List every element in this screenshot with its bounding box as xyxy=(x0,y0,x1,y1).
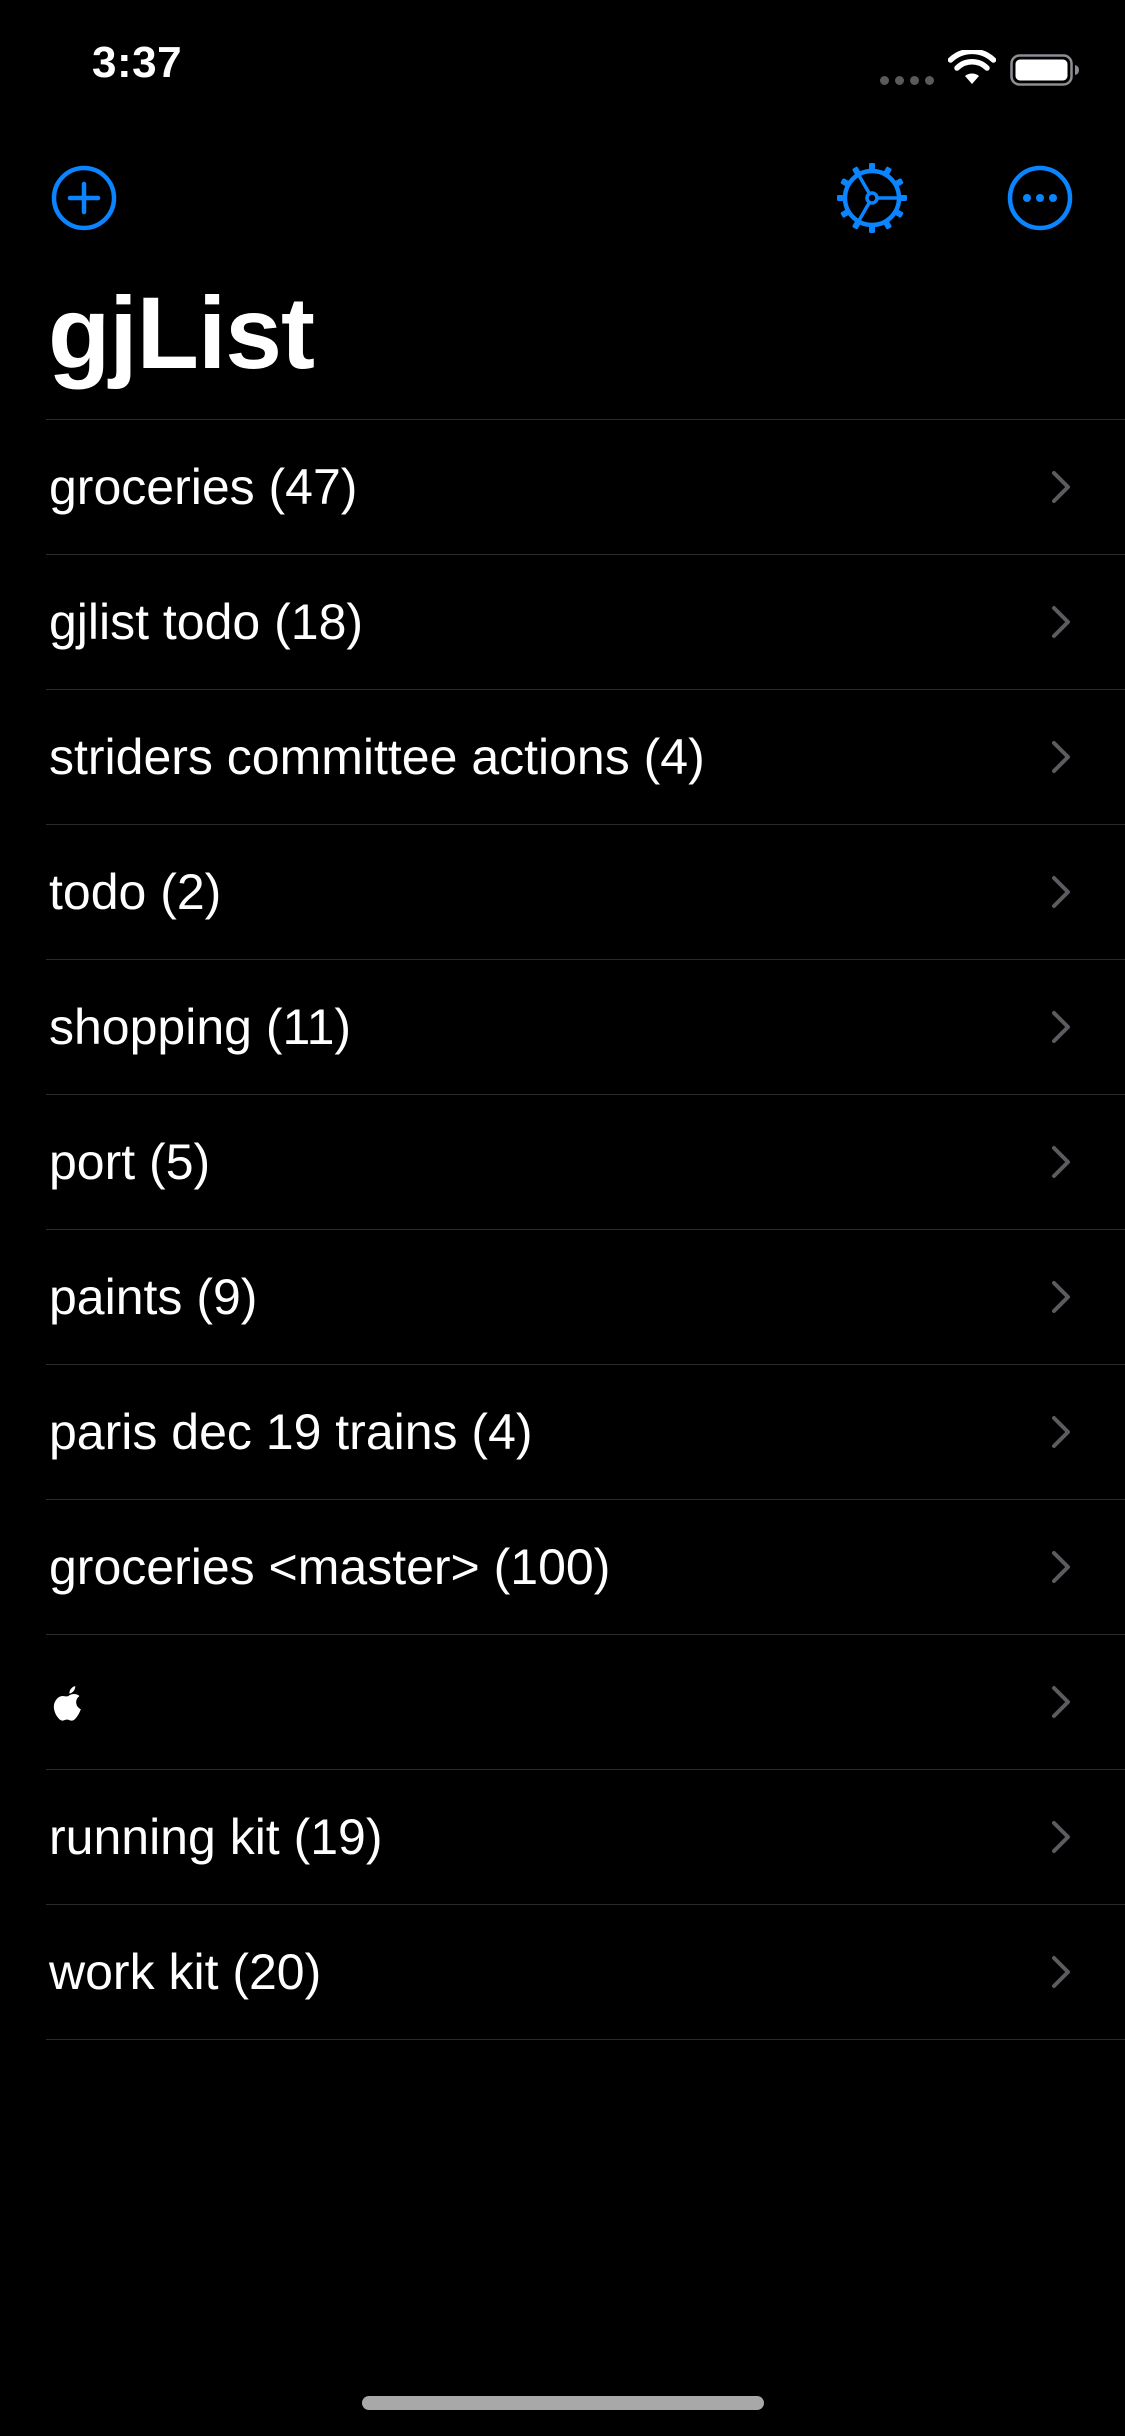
list-item[interactable]: groceries (47) xyxy=(46,419,1125,554)
chevron-right-icon xyxy=(1052,1956,1070,1988)
chevron-right-icon xyxy=(1052,1146,1070,1178)
list-item-label: groceries (47) xyxy=(49,459,358,515)
status-bar: 3:37 xyxy=(0,0,1125,132)
gear-icon xyxy=(837,163,907,233)
add-list-button[interactable] xyxy=(46,160,122,236)
chevron-right-icon xyxy=(1052,1821,1070,1853)
chevron-right-icon xyxy=(1052,741,1070,773)
list-item-label: shopping (11) xyxy=(49,999,352,1055)
list-item[interactable]: todo (2) xyxy=(46,824,1125,959)
cellular-signal-icon xyxy=(880,76,934,85)
list-item-label: gjlist todo (18) xyxy=(49,594,364,650)
list-item-label: paris dec 19 trains (4) xyxy=(49,1404,533,1460)
page-title: gjList xyxy=(48,276,315,390)
wifi-icon xyxy=(948,50,996,84)
list-item[interactable]: gjlist todo (18) xyxy=(46,554,1125,689)
lists-table: groceries (47) gjlist todo (18) striders c… xyxy=(0,419,1125,2040)
chevron-right-icon xyxy=(1052,876,1070,908)
list-item[interactable]: work kit (20) xyxy=(46,1904,1125,2040)
chevron-right-icon xyxy=(1052,1686,1070,1718)
chevron-right-icon xyxy=(1052,606,1070,638)
list-item[interactable] xyxy=(46,1634,1125,1769)
status-time: 3:37 xyxy=(92,38,183,87)
list-item-label: port (5) xyxy=(49,1134,211,1190)
plus-circle-icon xyxy=(51,165,117,231)
list-item-label: work kit (20) xyxy=(49,1944,322,2000)
home-indicator[interactable] xyxy=(362,2396,764,2410)
list-item[interactable]: shopping (11) xyxy=(46,959,1125,1094)
list-item[interactable]: running kit (19) xyxy=(46,1769,1125,1904)
settings-button[interactable] xyxy=(834,160,910,236)
list-item[interactable]: paris dec 19 trains (4) xyxy=(46,1364,1125,1499)
chevron-right-icon xyxy=(1052,1011,1070,1043)
chevron-right-icon xyxy=(1052,471,1070,503)
list-item-label: todo (2) xyxy=(49,864,222,920)
chevron-right-icon xyxy=(1052,1281,1070,1313)
list-item-label: running kit (19) xyxy=(49,1809,383,1865)
list-item[interactable]: striders committee actions (4) xyxy=(46,689,1125,824)
battery-icon xyxy=(1010,54,1079,86)
list-item[interactable]: port (5) xyxy=(46,1094,1125,1229)
list-item[interactable]: paints (9) xyxy=(46,1229,1125,1364)
list-item-label: paints (9) xyxy=(49,1269,258,1325)
apple-logo-icon xyxy=(53,1686,81,1721)
more-options-button[interactable] xyxy=(1002,160,1078,236)
ellipsis-circle-icon xyxy=(1007,165,1073,231)
list-item-label: striders committee actions (4) xyxy=(49,729,705,785)
list-item-label: groceries <master> (100) xyxy=(49,1539,611,1595)
list-item[interactable]: groceries <master> (100) xyxy=(46,1499,1125,1634)
chevron-right-icon xyxy=(1052,1416,1070,1448)
chevron-right-icon xyxy=(1052,1551,1070,1583)
